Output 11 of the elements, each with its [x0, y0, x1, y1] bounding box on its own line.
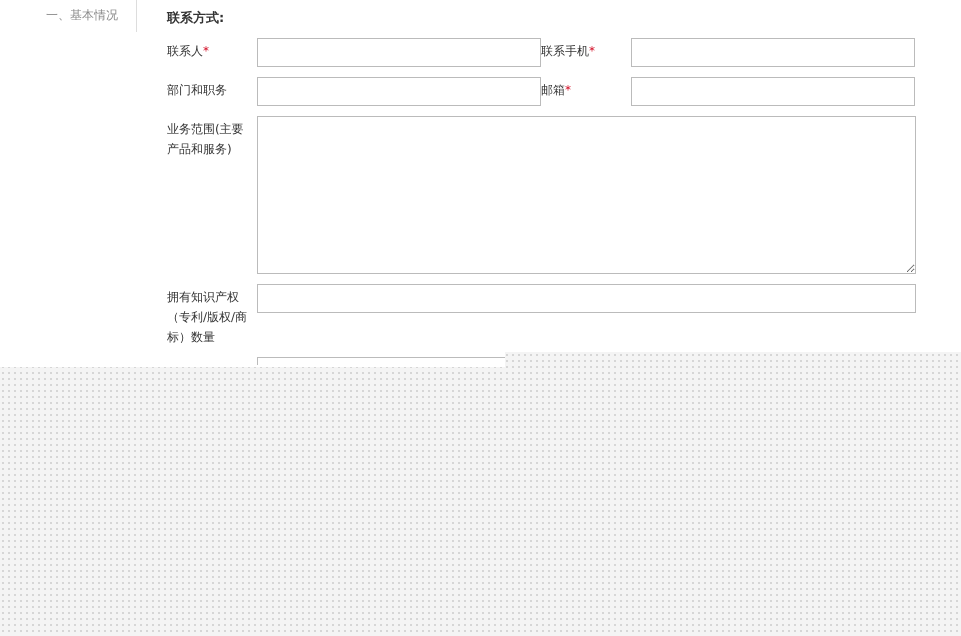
field-label: 联系人 — [167, 44, 203, 58]
section-title: 联系方式: — [167, 10, 226, 28]
required-mark: * — [565, 82, 571, 96]
field-label: 拥有知识产权（专利/版权/商标）数量 — [167, 290, 248, 344]
sidebar-item[interactable]: 一、基本情况 — [0, 0, 137, 32]
field-label: 邮箱 — [541, 82, 565, 96]
field-label: 部门和职务 — [167, 82, 227, 96]
field-label: 业务范围(主要产品和服务) — [167, 122, 244, 156]
required-mark: * — [589, 44, 595, 58]
required-mark: * — [203, 44, 209, 58]
field-label: 联系手机 — [541, 44, 589, 58]
